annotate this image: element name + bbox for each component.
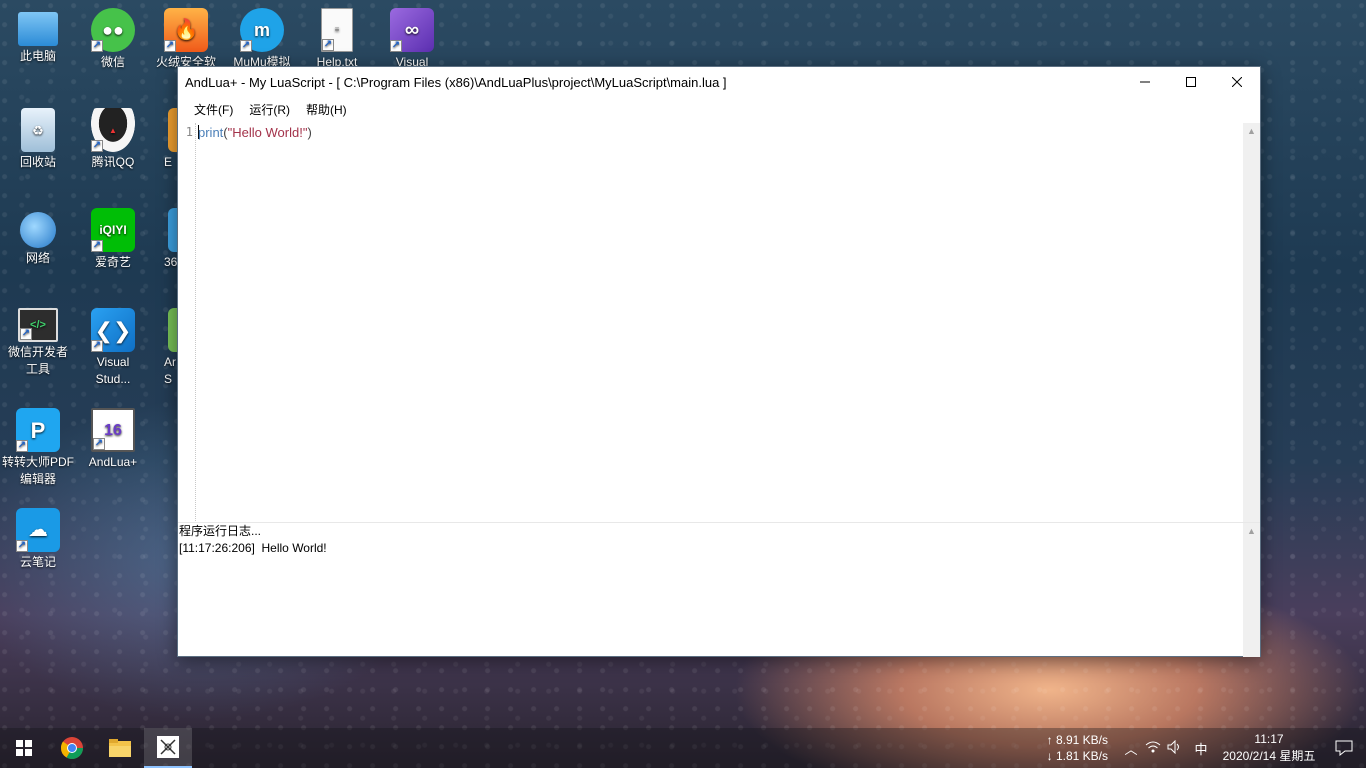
menu-help[interactable]: 帮助(H) — [298, 101, 355, 118]
huorong-flame-icon: 🔥 ↗ — [164, 8, 208, 52]
action-center-button[interactable] — [1322, 740, 1366, 756]
minimize-button[interactable] — [1122, 67, 1168, 97]
log-entry: [11:17:26:206] Hello World! — [179, 541, 327, 555]
show-hidden-icons-chevron-up-icon[interactable]: ︿ — [1120, 739, 1142, 758]
log-vertical-scrollbar[interactable]: ▲ — [1243, 523, 1260, 657]
maximize-button[interactable] — [1168, 67, 1214, 97]
desktop-icon-mumu[interactable]: m ↗ MuMu模拟 — [224, 8, 300, 71]
desktop-icon-recycle-bin[interactable]: ♻ 回收站 — [0, 108, 76, 171]
pdf-editor-icon: P ↗ — [16, 408, 60, 452]
wifi-signal-icon — [1145, 741, 1161, 752]
scroll-up-icon[interactable]: ▲ — [1243, 523, 1260, 540]
taskbar-chrome[interactable] — [48, 728, 96, 768]
desktop-icon-andlua[interactable]: 16 ↗ AndLua+ — [75, 408, 151, 471]
vscode-icon: ❮❯ ↗ — [91, 308, 135, 352]
line-number-gutter: 1 — [178, 123, 196, 559]
close-icon — [1232, 77, 1242, 87]
shortcut-arrow-icon: ↗ — [91, 340, 103, 352]
window-title: AndLua+ - My LuaScript - [ C:\Program Fi… — [185, 74, 727, 90]
desktop-icon-huorong[interactable]: 🔥 ↗ 火绒安全软 — [148, 8, 224, 71]
editor-vertical-scrollbar[interactable]: ▲ ▼ — [1243, 123, 1260, 559]
shortcut-arrow-icon: ↗ — [91, 140, 103, 152]
title-bar[interactable]: AndLua+ - My LuaScript - [ C:\Program Fi… — [178, 67, 1260, 97]
code-paren-close: ) — [307, 125, 312, 140]
line-number: 1 — [185, 125, 193, 139]
wifi-icon[interactable] — [1142, 740, 1164, 757]
desktop-icon-wechat[interactable]: ●● ↗ 微信 — [75, 8, 151, 71]
desktop-icon-iqiyi[interactable]: iQIYI ↗ 爱奇艺 — [75, 208, 151, 271]
desktop-icon-qq[interactable]: ▲ ↗ 腾讯QQ — [75, 108, 151, 171]
desktop-icon-vscode[interactable]: ❮❯ ↗ Visual Stud... — [75, 308, 151, 388]
recycle-bin-icon: ♻ — [21, 108, 55, 152]
shortcut-arrow-icon: ↗ — [164, 40, 176, 52]
desktop-icon-wechat-devtools[interactable]: </> ↗ 微信开发者 工具 — [0, 308, 76, 378]
folder-icon — [109, 739, 131, 757]
desktop-icon-cloud-note[interactable]: ☁ ↗ 云笔记 — [0, 508, 76, 571]
shortcut-arrow-icon: ↗ — [20, 328, 32, 340]
speaker-icon — [1167, 739, 1179, 754]
windows-logo-icon — [16, 740, 32, 756]
wechat-icon: ●● ↗ — [91, 8, 135, 52]
run-log-panel[interactable]: 程序运行日志... [11:17:26:206] Hello World! ▲ — [178, 522, 1260, 657]
code-line[interactable]: print("Hello World!") — [198, 125, 312, 140]
desktop-icon-help-txt[interactable]: ≡ ↗ Help.txt — [299, 8, 375, 71]
desktop-icon-network[interactable]: 网络 — [0, 208, 76, 267]
desktop-icon-pdf-editor[interactable]: P ↗ 转转大师PDF 编辑器 — [0, 408, 76, 488]
visual-studio-16-icon: 16 ↗ — [91, 408, 135, 452]
shortcut-arrow-icon: ↗ — [390, 40, 402, 52]
shortcut-arrow-icon: ↗ — [322, 39, 334, 51]
andlua-window: AndLua+ - My LuaScript - [ C:\Program Fi… — [177, 66, 1261, 657]
clock-time: 11:17 — [1254, 732, 1284, 746]
minimize-icon — [1140, 81, 1150, 83]
text-file-icon: ≡ ↗ — [321, 8, 353, 52]
desktop-icon-this-pc[interactable]: 此电脑 — [0, 8, 76, 65]
close-button[interactable] — [1214, 67, 1260, 97]
notification-icon — [1335, 740, 1353, 756]
ime-indicator[interactable]: 中 — [1186, 739, 1216, 758]
code-function: print — [198, 125, 224, 140]
shortcut-arrow-icon: ↗ — [93, 438, 105, 450]
taskbar-andlua[interactable] — [144, 728, 192, 768]
maximize-icon — [1186, 77, 1196, 87]
clock-date: 2020/2/14 星期五 — [1222, 749, 1316, 763]
download-speed: ↓ 1.81 KB/s — [1046, 749, 1108, 763]
mumu-icon: m ↗ — [240, 8, 284, 52]
log-header: 程序运行日志... — [179, 524, 262, 538]
system-tray: ↑ 8.91 KB/s ↓ 1.81 KB/s ︿ 中 11:17 2020/2… — [1047, 728, 1366, 768]
menu-file[interactable]: 文件(F) — [186, 101, 241, 118]
scroll-up-icon[interactable]: ▲ — [1243, 123, 1260, 140]
qq-penguin-icon: ▲ ↗ — [91, 108, 135, 152]
wechat-devtools-icon: </> ↗ — [18, 308, 58, 342]
taskbar-file-explorer[interactable] — [96, 728, 144, 768]
menu-bar: 文件(F) 运行(R) 帮助(H) — [178, 97, 1260, 121]
shortcut-arrow-icon: ↗ — [240, 40, 252, 52]
shortcut-arrow-icon: ↗ — [16, 540, 28, 552]
start-button[interactable] — [0, 728, 48, 768]
network-speed: ↑ 8.91 KB/s ↓ 1.81 KB/s — [1047, 732, 1108, 764]
iqiyi-icon: iQIYI ↗ — [91, 208, 135, 252]
shortcut-arrow-icon: ↗ — [16, 440, 28, 452]
code-string: "Hello World!" — [227, 125, 308, 140]
shortcut-arrow-icon: ↗ — [91, 240, 103, 252]
andlua-app-icon — [157, 736, 179, 758]
code-editor[interactable]: 1 print("Hello World!") ▲ ▼ ◀ ▶ — [178, 123, 1260, 576]
computer-icon — [18, 12, 58, 46]
clock[interactable]: 11:17 2020/2/14 星期五 — [1216, 731, 1322, 765]
cloud-note-icon: ☁ ↗ — [16, 508, 60, 552]
menu-run[interactable]: 运行(R) — [241, 101, 298, 118]
desktop-icon-visual-studio[interactable]: ∞ ↗ Visual — [374, 8, 450, 71]
visual-studio-icon: ∞ ↗ — [390, 8, 434, 52]
chrome-icon — [60, 737, 83, 759]
volume-icon[interactable] — [1164, 739, 1186, 757]
upload-speed: ↑ 8.91 KB/s — [1046, 733, 1108, 747]
taskbar: ↑ 8.91 KB/s ↓ 1.81 KB/s ︿ 中 11:17 2020/2… — [0, 728, 1366, 768]
shortcut-arrow-icon: ↗ — [91, 40, 103, 52]
network-globe-icon — [20, 212, 56, 248]
